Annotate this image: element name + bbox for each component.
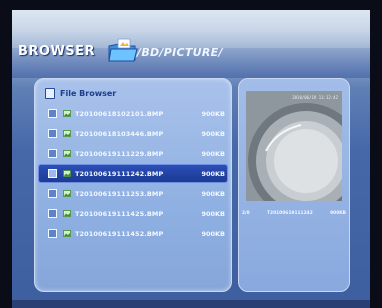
current-path: /BD/PICTURE/ <box>137 46 223 59</box>
file-browser-header: File Browser <box>45 85 116 101</box>
file-row[interactable]: T20100619111452.BMP 900KB <box>39 225 227 242</box>
preview-panel: 2010/06/19 11:12:42 2/8 T20100619111242 … <box>238 78 350 292</box>
image-file-icon <box>63 210 71 217</box>
file-browser-panel: File Browser T20100618102101.BMP 900KB T… <box>34 78 232 292</box>
file-size: 900KB <box>201 189 225 198</box>
preview-image <box>246 91 342 201</box>
checkbox[interactable] <box>48 109 57 118</box>
file-row[interactable]: T20100619111253.BMP 900KB <box>39 185 227 202</box>
preview-size: 900KB <box>330 210 346 216</box>
checkbox[interactable] <box>48 149 57 158</box>
file-name: T20100618102101.BMP <box>75 109 164 118</box>
file-name: T20100619111229.BMP <box>75 149 164 158</box>
file-browser-title: File Browser <box>60 88 117 98</box>
preview-info: 2/8 T20100619111242 900KB <box>239 208 349 218</box>
checkbox[interactable] <box>48 169 57 178</box>
file-row[interactable]: T20100619111425.BMP 900KB <box>39 205 227 222</box>
file-size: 900KB <box>201 109 225 118</box>
file-name: T20100619111242.BMP <box>75 169 164 178</box>
file-row[interactable]: T20100618102101.BMP 900KB <box>39 105 227 122</box>
file-name: T20100619111452.BMP <box>75 229 164 238</box>
image-file-icon <box>63 150 71 157</box>
page-title: BROWSER <box>18 44 96 59</box>
file-row[interactable]: T20100619111229.BMP 900KB <box>39 145 227 162</box>
checkbox[interactable] <box>48 229 57 238</box>
image-file-icon <box>63 110 71 117</box>
preview-timestamp: 2010/06/19 11:12:42 <box>292 95 338 100</box>
file-size: 900KB <box>201 229 225 238</box>
checkbox[interactable] <box>48 209 57 218</box>
file-size: 900KB <box>201 209 225 218</box>
file-row-selected[interactable]: T20100619111242.BMP 900KB <box>39 165 227 182</box>
image-file-icon <box>63 130 71 137</box>
preview-index: 2/8 <box>242 210 250 216</box>
file-size: 900KB <box>201 129 225 138</box>
image-file-icon <box>63 230 71 237</box>
file-row[interactable]: T20100618103446.BMP 900KB <box>39 125 227 142</box>
file-size: 900KB <box>201 169 225 178</box>
checkbox[interactable] <box>48 129 57 138</box>
document-icon <box>45 87 55 99</box>
file-name: T20100619111253.BMP <box>75 189 164 198</box>
preview-filename: T20100619111242 <box>267 210 313 216</box>
bottom-band <box>12 300 370 308</box>
checkbox[interactable] <box>48 189 57 198</box>
file-name: T20100618103446.BMP <box>75 129 164 138</box>
preview-thumbnail: 2010/06/19 11:12:42 <box>246 91 342 201</box>
folder-browser-icon <box>108 38 138 62</box>
file-name: T20100619111425.BMP <box>75 209 164 218</box>
image-file-icon <box>63 190 71 197</box>
file-size: 900KB <box>201 149 225 158</box>
image-file-icon <box>63 170 71 177</box>
